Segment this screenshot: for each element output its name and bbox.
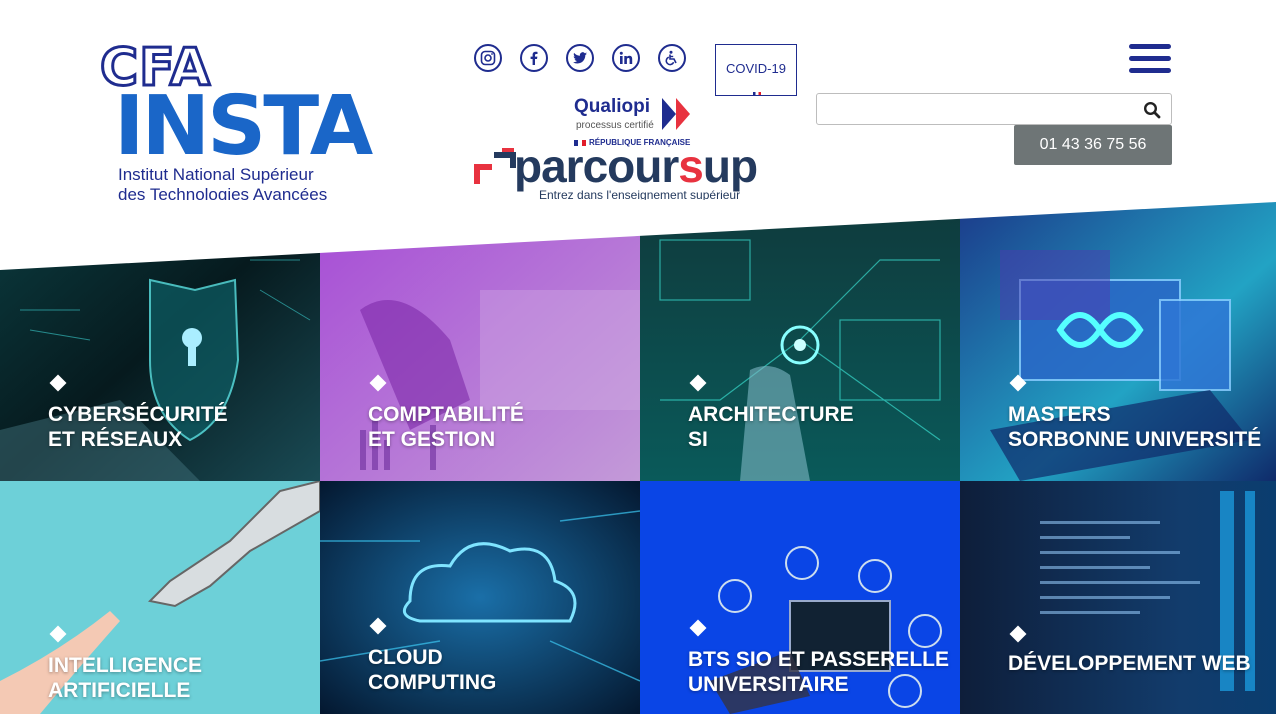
- tile-label-line1: MASTERS: [1008, 403, 1111, 426]
- hamburger-icon: [1129, 68, 1171, 73]
- tile-label: BTS SIO ET PASSERELLE UNIVERSITAIRE: [688, 647, 949, 697]
- tile-label-line1: CLOUD: [368, 646, 443, 669]
- hamburger-icon: [1129, 56, 1171, 61]
- tile-label: ARCHITECTURE SI: [688, 402, 854, 452]
- twitter-link[interactable]: [566, 44, 594, 72]
- instagram-link[interactable]: [474, 44, 502, 72]
- facebook-link[interactable]: [520, 44, 548, 72]
- tile-label-line2: ET RÉSEAUX: [48, 428, 183, 451]
- qualiopi-logo: Qualiopi processus certifié: [574, 96, 704, 136]
- phone-button[interactable]: 01 43 36 75 56: [1014, 125, 1172, 165]
- menu-button[interactable]: [1129, 44, 1171, 74]
- parcoursup-wordmark: parcoursup: [514, 140, 758, 192]
- qualiopi-name: Qualiopi: [574, 96, 650, 117]
- logo-subtitle: Institut National Supérieur des Technolo…: [118, 165, 327, 205]
- tile-label: MASTERS SORBONNE UNIVERSITÉ: [1008, 402, 1261, 452]
- tile-label-line1: CYBERSÉCURITÉ: [48, 403, 228, 426]
- hamburger-icon: [1129, 44, 1171, 49]
- parcoursup-word-b: s: [678, 140, 704, 192]
- accessibility-icon: [665, 50, 677, 66]
- linkedin-icon: [619, 51, 633, 64]
- tile-bts-sio[interactable]: BTS SIO ET PASSERELLE UNIVERSITAIRE: [640, 481, 960, 714]
- instagram-icon: [480, 50, 496, 66]
- tile-label-line1: INTELLIGENCE: [48, 654, 203, 677]
- search-input[interactable]: [817, 94, 1137, 124]
- tile-label-line2: SI: [688, 428, 708, 451]
- facebook-icon: [530, 51, 538, 65]
- header-slant-divider: [0, 200, 1276, 270]
- tile-label-line1: COMPTABILITÉ: [368, 403, 524, 426]
- parcoursup-logo[interactable]: RÉPUBLIQUE FRANÇAISE parcoursup Entrez d…: [474, 138, 804, 204]
- covid-19-button[interactable]: COVID-19: [715, 44, 797, 96]
- tile-label-line2: COMPUTING: [368, 671, 497, 694]
- program-grid: CYBERSÉCURITÉ ET RÉSEAUX COMPTABILITÉ ET G…: [0, 200, 1276, 714]
- covid-19-label: COVID-19: [726, 60, 786, 76]
- search-box: [816, 93, 1172, 125]
- social-links: [474, 44, 686, 72]
- tile-label-line2: ARTIFICIELLE: [48, 679, 191, 702]
- tile-developpement-web[interactable]: DÉVELOPPEMENT WEB: [960, 481, 1276, 714]
- linkedin-link[interactable]: [612, 44, 640, 72]
- parcoursup-mark: [474, 164, 480, 184]
- logo-subtitle-line1: Institut National Supérieur: [118, 165, 314, 184]
- tile-label: DÉVELOPPEMENT WEB: [1008, 651, 1251, 676]
- logo-insta-text: INSTA: [114, 79, 373, 174]
- tile-label-line2: SORBONNE UNIVERSITÉ: [1008, 428, 1262, 451]
- search-icon[interactable]: [1143, 101, 1161, 119]
- accessibility-link[interactable]: [658, 44, 686, 72]
- tile-intelligence-artificielle[interactable]: INTELLIGENCE ARTIFICIELLE: [0, 481, 320, 714]
- parcoursup-word-c: up: [702, 140, 758, 192]
- parcoursup-word-a: parcour: [514, 140, 679, 192]
- qualiopi-arrows-icon: [662, 98, 690, 130]
- tile-label-line1: BTS SIO ET PASSERELLE: [688, 648, 949, 671]
- qualiopi-subtitle: processus certifié: [576, 120, 654, 131]
- tile-label: COMPTABILITÉ ET GESTION: [368, 402, 524, 452]
- tile-cloud-computing[interactable]: CLOUD COMPUTING: [320, 481, 640, 714]
- twitter-icon: [573, 52, 587, 64]
- tile-image: [960, 481, 1276, 714]
- tile-label-line1: ARCHITECTURE: [688, 403, 854, 426]
- tile-label: INTELLIGENCE ARTIFICIELLE: [48, 653, 202, 703]
- french-flag-icon: [753, 92, 761, 95]
- site-logo[interactable]: CFA INSTA Institut National Supérieur de…: [98, 41, 374, 212]
- tile-label: CLOUD COMPUTING: [368, 645, 496, 695]
- tile-label-line2: ET GESTION: [368, 428, 496, 451]
- tile-label-line2: UNIVERSITAIRE: [688, 673, 849, 696]
- tile-label-line1: DÉVELOPPEMENT WEB: [1008, 652, 1251, 675]
- tile-label: CYBERSÉCURITÉ ET RÉSEAUX: [48, 402, 228, 452]
